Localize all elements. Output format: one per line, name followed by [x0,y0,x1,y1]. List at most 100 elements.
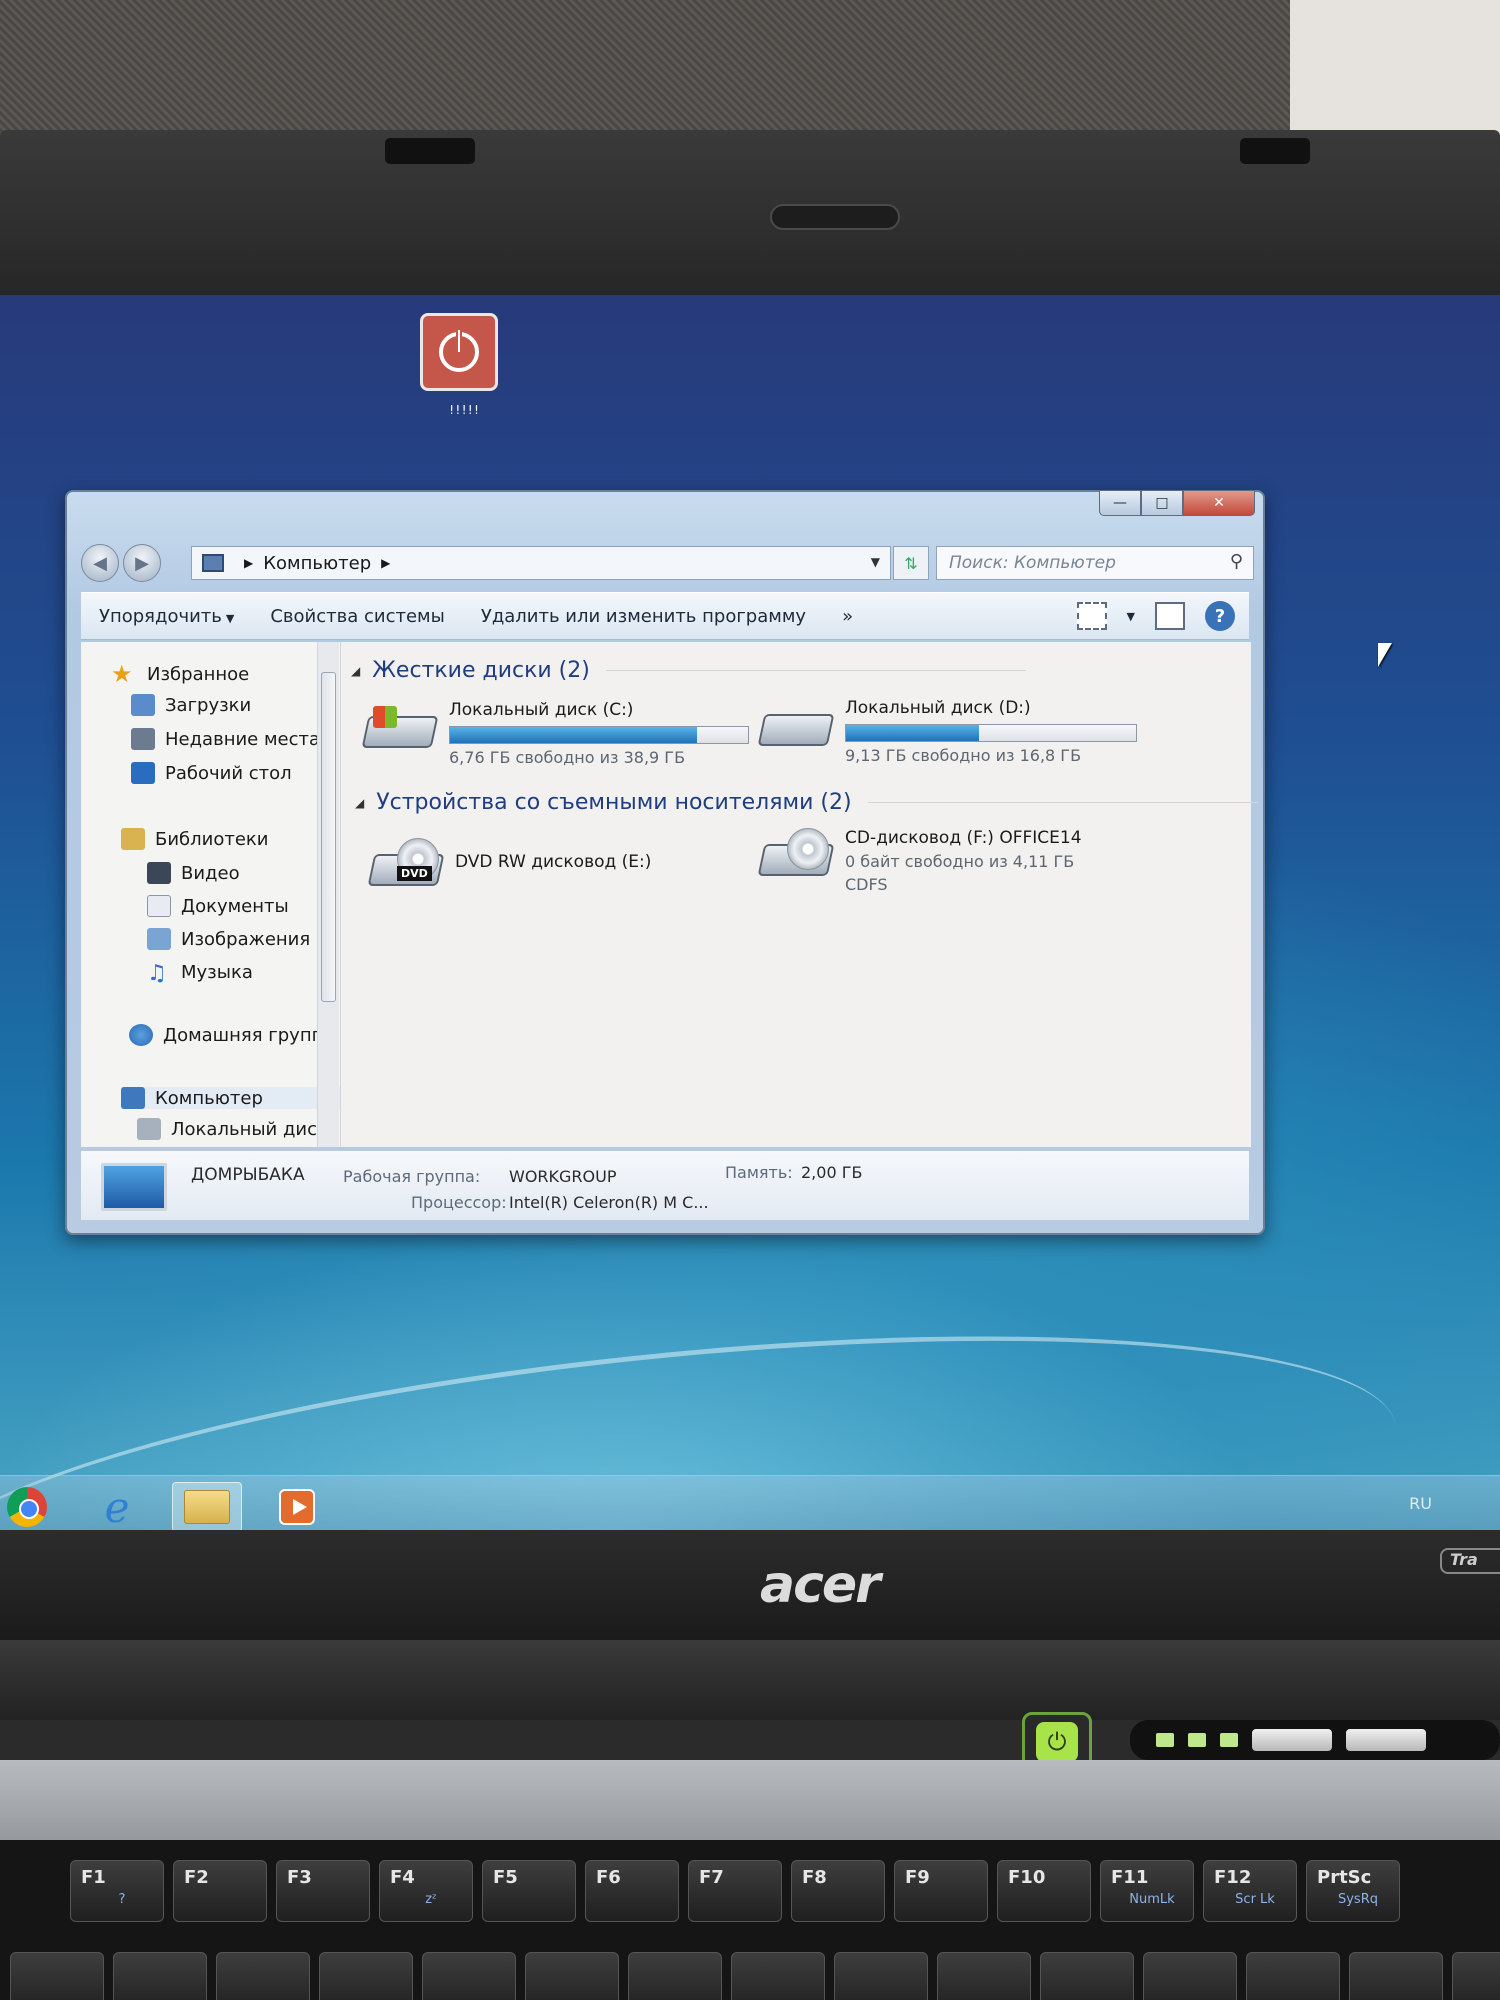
nav-computer[interactable]: Компьютер [121,1087,340,1109]
view-caret-icon[interactable]: ▼ [1127,610,1135,623]
mail-quick-button[interactable] [1252,1729,1332,1751]
search-input[interactable]: Поиск: Компьютер ⚲ [936,546,1254,580]
background-fabric [0,0,1500,140]
back-button[interactable]: ◀ [81,544,119,582]
key-prtsc[interactable]: PrtSc SysRq [1306,1860,1400,1922]
group-hard-drives[interactable]: ◢ Жесткие диски (2) [351,658,1026,683]
help-icon[interactable]: ? [1205,601,1235,631]
drive-f[interactable]: CD-дисковод (F:) OFFICE14 0 байт свободн… [757,828,1082,894]
refresh-button[interactable]: ⇅ [893,546,929,580]
number-row-key[interactable] [113,1952,207,2000]
number-row-key[interactable] [1246,1952,1340,2000]
key-f11[interactable]: F11 NumLk [1100,1860,1194,1922]
key-f8[interactable]: F8 [791,1860,885,1922]
number-row-key[interactable] [422,1952,516,2000]
collapse-triangle-icon[interactable]: ◢ [355,796,364,810]
number-row-key[interactable] [1143,1952,1237,2000]
minimize-button[interactable]: — [1099,490,1141,516]
key-f2[interactable]: F2 [173,1860,267,1922]
command-bar: Упорядочить ▼ Свойства системы Удалить ил… [81,592,1249,640]
key-f10[interactable]: F10 [997,1860,1091,1922]
bezel-latch-left [385,138,475,164]
keyboard: F1? F2 F3 F4 zᶻ F5 F6 F7 F8 F9 F10 F11 NumLk F12 Scr L… [0,1840,1500,2000]
search-icon[interactable]: ⚲ [1230,551,1243,572]
preview-pane-icon[interactable] [1155,602,1185,630]
key-label: F12 [1214,1867,1252,1888]
cpu-value: Intel(R) Celeron(R) M C... [509,1193,709,1212]
number-row-key[interactable] [1349,1952,1443,2000]
key-f12[interactable]: F12 Scr Lk [1203,1860,1297,1922]
view-options-icon[interactable] [1076,602,1107,630]
downloads-icon [131,694,155,716]
chevron-right-icon[interactable]: ▶ [381,556,390,570]
computer-icon [202,554,224,572]
key-label: F1 [81,1867,106,1888]
address-bar[interactable]: ▶ Компьютер ▶ ▼ [191,546,891,580]
status-indicators [1130,1720,1500,1760]
address-dropdown-icon[interactable]: ▼ [871,555,880,569]
key-f3[interactable]: F3 [276,1860,370,1922]
taskbar-explorer[interactable] [172,1482,242,1532]
nav-pane-scrollbar[interactable] [317,642,339,1147]
browser-quick-button[interactable] [1346,1729,1426,1751]
nav-downloads[interactable]: Загрузки [131,694,251,716]
group-removable[interactable]: ◢ Устройства со съемными носителями (2) [355,790,1258,815]
system-properties-button[interactable]: Свойства системы [252,606,462,627]
key-f4[interactable]: F4 zᶻ [379,1860,473,1922]
key-f5[interactable]: F5 [482,1860,576,1922]
uninstall-program-button[interactable]: Удалить или изменить программу [463,606,824,627]
taskbar-internet-explorer[interactable]: e [82,1482,152,1532]
drive-e[interactable]: DVD DVD RW дисковод (E:) [367,838,651,890]
taskbar-chrome[interactable] [0,1482,62,1532]
number-row-key[interactable] [628,1952,722,2000]
key-label: F9 [905,1867,930,1888]
nav-documents[interactable]: Документы [147,895,289,917]
key-f6[interactable]: F6 [585,1860,679,1922]
collapse-triangle-icon[interactable]: ◢ [351,664,360,678]
more-commands-button[interactable]: » [824,606,871,627]
taskbar-media-player[interactable] [262,1482,332,1532]
key-label: F2 [184,1867,209,1888]
nav-desktop[interactable]: Рабочий стол [131,762,292,784]
drive-d[interactable]: Локальный диск (D:) 9,13 ГБ свободно из … [757,698,1137,765]
language-indicator[interactable]: RU [1409,1494,1432,1513]
organize-menu[interactable]: Упорядочить ▼ [81,606,252,627]
workgroup-value: WORKGROUP [509,1167,617,1186]
nav-homegroup[interactable]: Домашняя группа [129,1024,334,1046]
hdd-led-icon [1156,1733,1174,1747]
nav-recent-places[interactable]: Недавние места [131,728,320,750]
disk-usage-fill [846,725,980,741]
key-f7[interactable]: F7 [688,1860,782,1922]
nav-pictures[interactable]: Изображения [147,928,310,950]
dvd-drive-icon: DVD [367,838,445,890]
scrollbar-thumb[interactable] [321,672,336,1002]
number-row-key[interactable] [10,1952,104,2000]
maximize-button[interactable]: □ [1141,490,1183,516]
number-row-key[interactable] [937,1952,1031,2000]
forward-button[interactable]: ▶ [123,544,161,582]
number-row-key[interactable] [731,1952,825,2000]
nav-music[interactable]: ♫ Музыка [147,961,253,986]
drive-c[interactable]: Локальный диск (C:) 6,76 ГБ свободно из … [361,700,749,767]
close-button[interactable]: ✕ [1183,490,1255,516]
number-row-key[interactable] [1040,1952,1134,2000]
number-row-key[interactable] [525,1952,619,2000]
breadcrumb-computer[interactable]: Компьютер [263,553,371,574]
key-sublabel: SysRq [1337,1892,1378,1907]
shutdown-desktop-icon[interactable] [420,313,498,391]
number-row-key[interactable] [216,1952,310,2000]
desktop-icon-label: !!!!! [448,403,480,417]
disc-icon [787,828,829,870]
number-row-key[interactable] [1452,1952,1500,2000]
homegroup-icon [129,1024,153,1046]
key-f9[interactable]: F9 [894,1860,988,1922]
nav-favorites[interactable]: ★ Избранное [111,660,249,688]
background-wall [1290,0,1500,140]
number-row-key[interactable] [319,1952,413,2000]
key-f1[interactable]: F1? [70,1860,164,1922]
nav-libraries[interactable]: Библиотеки [121,828,269,850]
nav-video[interactable]: Видео [147,862,240,884]
number-row-key[interactable] [834,1952,928,2000]
screen-bezel-bottom [0,1530,1500,1640]
nav-local-disk[interactable]: Локальный диск [137,1118,328,1140]
